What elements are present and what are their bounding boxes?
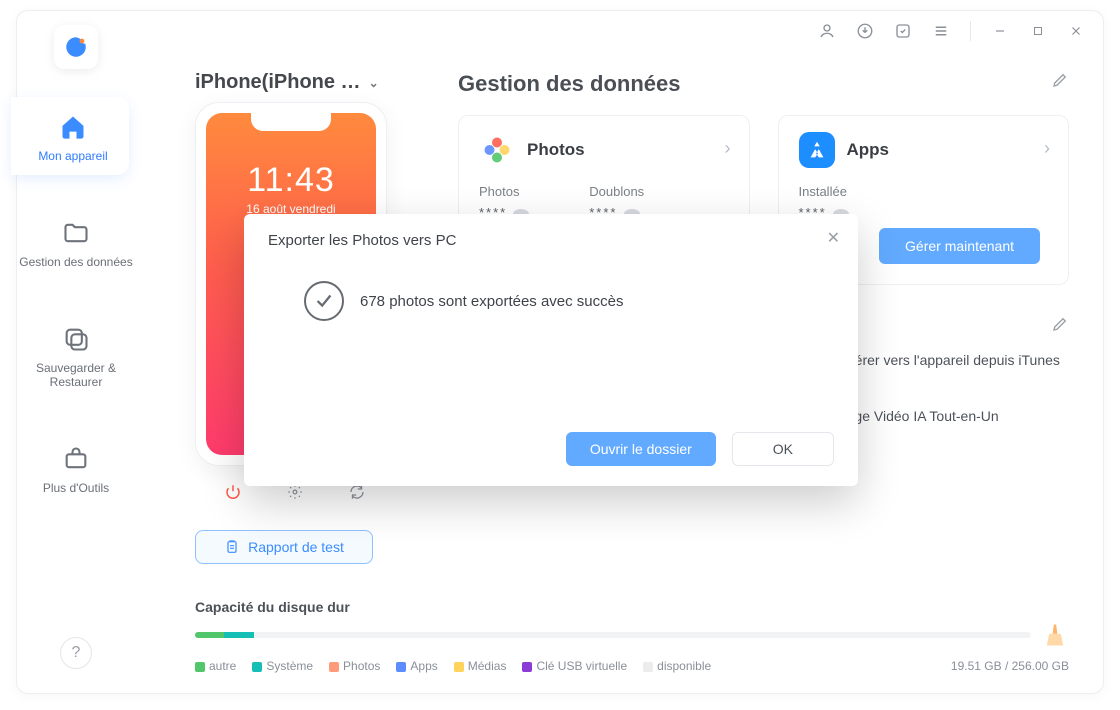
clipboard-icon bbox=[224, 539, 240, 555]
modal-close-icon[interactable]: ✕ bbox=[827, 228, 840, 248]
cleanup-icon[interactable] bbox=[1041, 621, 1069, 649]
open-folder-button[interactable]: Ouvrir le dossier bbox=[566, 432, 716, 466]
ok-button[interactable]: OK bbox=[732, 432, 834, 466]
nav-label: Mon appareil bbox=[38, 149, 107, 163]
folder-icon bbox=[58, 215, 94, 251]
photos-icon bbox=[479, 132, 515, 168]
toolbox-icon bbox=[58, 441, 94, 477]
section-title: Gestion des données bbox=[458, 71, 1069, 97]
legend-item: Apps bbox=[396, 659, 437, 673]
home-icon bbox=[55, 109, 91, 145]
legend-item: Clé USB virtuelle bbox=[522, 659, 627, 673]
edit-shortcuts-icon[interactable] bbox=[1051, 315, 1069, 338]
modal-message: 678 photos sont exportées avec succès bbox=[360, 293, 624, 310]
backup-icon bbox=[58, 321, 94, 357]
capacity-usage-text: 19.51 GB / 256.00 GB bbox=[951, 659, 1069, 673]
chevron-down-icon: ⌄ bbox=[369, 76, 379, 90]
modal-title: Exporter les Photos vers PC bbox=[268, 232, 834, 249]
stat-label: Installée bbox=[799, 184, 849, 199]
device-selector[interactable]: iPhone(iPhone … ⌄ bbox=[195, 71, 395, 94]
nav-label: Gestion des données bbox=[19, 255, 132, 269]
device-time: 11:43 bbox=[206, 161, 376, 200]
card-title: Apps bbox=[847, 140, 890, 160]
report-label: Rapport de test bbox=[248, 539, 344, 555]
capacity-title: Capacité du disque dur bbox=[195, 599, 1069, 615]
nav-label: Plus d'Outils bbox=[43, 481, 109, 495]
help-button[interactable]: ? bbox=[60, 637, 92, 669]
apps-icon bbox=[799, 132, 835, 168]
edit-data-section-icon[interactable] bbox=[1051, 71, 1069, 94]
nav-my-device[interactable]: Mon appareil bbox=[11, 97, 129, 175]
legend-item: Photos bbox=[329, 659, 380, 673]
stat-label: Photos bbox=[479, 184, 529, 199]
test-report-button[interactable]: Rapport de test bbox=[195, 530, 373, 564]
chevron-right-icon: › bbox=[725, 138, 731, 159]
legend-item: autre bbox=[195, 659, 236, 673]
success-check-icon bbox=[304, 281, 344, 321]
nav-backup-restore[interactable]: Sauvegarder & Restaurer bbox=[17, 309, 135, 401]
nav-data-management[interactable]: Gestion des données bbox=[17, 203, 135, 281]
app-logo bbox=[54, 25, 98, 69]
card-title: Photos bbox=[527, 140, 585, 160]
legend-item: Médias bbox=[454, 659, 507, 673]
export-photos-modal: Exporter les Photos vers PC ✕ 678 photos… bbox=[244, 214, 858, 486]
nav-label: Sauvegarder & Restaurer bbox=[36, 361, 116, 389]
chevron-right-icon: › bbox=[1044, 138, 1050, 159]
manage-now-button[interactable]: Gérer maintenant bbox=[879, 228, 1040, 264]
stat-label: Doublons bbox=[589, 184, 644, 199]
nav-more-tools[interactable]: Plus d'Outils bbox=[17, 429, 135, 507]
legend-item: disponible bbox=[643, 659, 711, 673]
device-name: iPhone(iPhone … bbox=[195, 71, 361, 94]
power-icon[interactable] bbox=[223, 482, 243, 502]
capacity-legend: autre Système Photos Apps Médias Clé USB virt… bbox=[195, 659, 1069, 673]
legend-item: Système bbox=[252, 659, 313, 673]
capacity-bar bbox=[195, 632, 1031, 638]
